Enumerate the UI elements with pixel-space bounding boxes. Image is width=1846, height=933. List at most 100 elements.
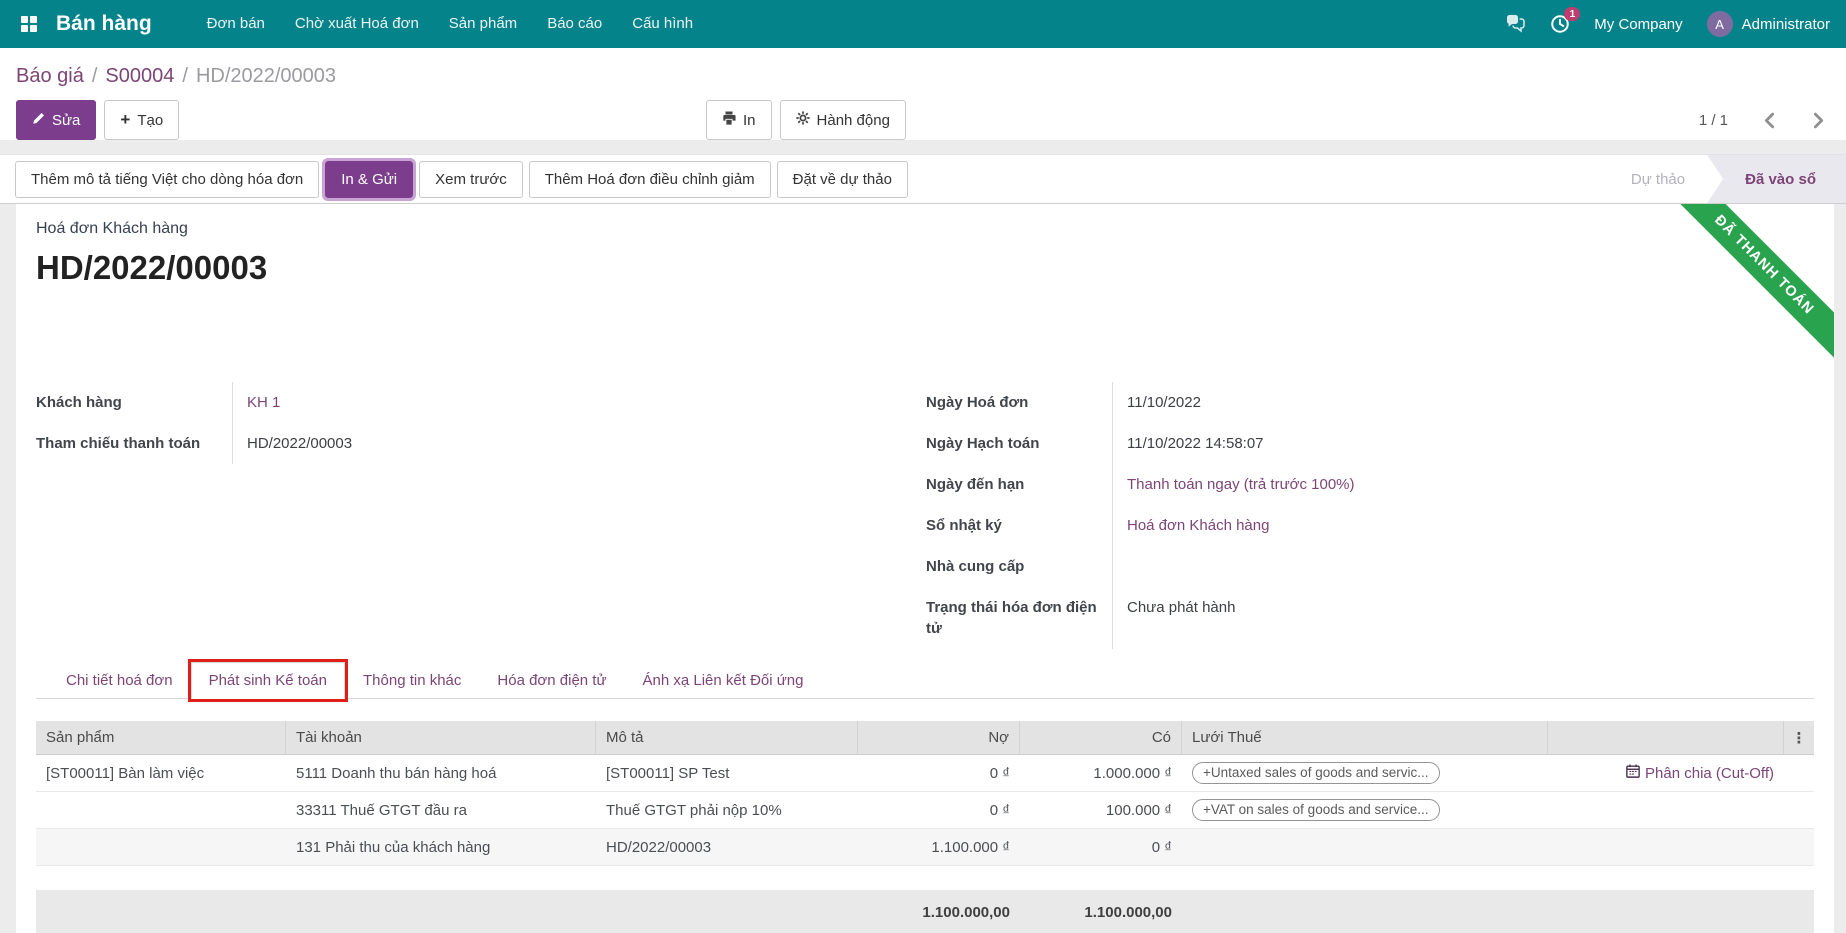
status-posted[interactable]: Đã vào sổ [1707, 155, 1846, 203]
user-name: Administrator [1742, 16, 1830, 33]
cell-account: 131 Phải thu của khách hàng [286, 837, 596, 858]
control-panel: Báo giá / S00004 / HD/2022/00003 Sửa + T… [0, 48, 1846, 140]
cutoff-action[interactable]: Phân chia (Cut-Off) [1548, 762, 1784, 784]
tax-grid-tag[interactable]: +VAT on sales of goods and service... [1192, 799, 1440, 821]
activities-icon[interactable]: 1 [1550, 14, 1570, 34]
menu-don-ban[interactable]: Đơn bán [192, 0, 280, 48]
col-header-luoi-thue[interactable]: Lưới Thuế [1182, 721, 1548, 754]
tab-chi-tiet-hoa-don[interactable]: Chi tiết hoá đơn [48, 662, 191, 699]
user-avatar: A [1707, 11, 1733, 37]
status-pipeline: Dự thảo Đã vào sổ [1609, 155, 1846, 203]
cell-debit: 0 ₫ [858, 800, 1020, 821]
app-name[interactable]: Bán hàng [56, 12, 152, 36]
field-label-ngay-den-han: Ngày đến hạn [926, 464, 1112, 505]
tab-hoa-don-dien-tu[interactable]: Hóa đơn điện tử [479, 662, 624, 699]
field-value-so-nhat-ky[interactable]: Hoá đơn Khách hàng [1127, 517, 1269, 534]
pager-next-icon[interactable] [1811, 112, 1826, 129]
menu-bao-cao[interactable]: Báo cáo [532, 0, 617, 48]
col-header-co[interactable]: Có [1020, 721, 1182, 754]
calendar-icon [1626, 764, 1640, 782]
field-label-ngay-hoa-don: Ngày Hoá đơn [926, 382, 1112, 423]
menu-cau-hinh[interactable]: Cấu hình [617, 0, 708, 48]
table-header: Sản phẩm Tài khoản Mô tả Nợ Có Lưới Thuế… [36, 721, 1814, 755]
cell-description: HD/2022/00003 [596, 837, 858, 858]
navbar-left: Bán hàng Đơn bán Chờ xuất Hoá đơn Sản ph… [16, 0, 708, 48]
messages-icon[interactable] [1505, 15, 1526, 34]
total-credit: 1.100.000,00 [1020, 904, 1182, 921]
journal-items-table: Sản phẩm Tài khoản Mô tả Nợ Có Lưới Thuế… [36, 721, 1814, 933]
breadcrumb-bao-gia[interactable]: Báo giá [16, 65, 84, 88]
menu-san-pham[interactable]: Sản phẩm [434, 0, 532, 48]
cell-tax-grid-empty [1182, 845, 1548, 849]
col-header-empty [1548, 721, 1784, 754]
field-group-left: Khách hàng KH 1 Tham chiếu thanh toán HD… [36, 382, 656, 464]
print-and-send-button[interactable]: In & Gửi [325, 161, 413, 198]
print-button[interactable]: In [706, 100, 772, 140]
cell-action-empty [1548, 845, 1784, 849]
cell-description: [ST00011] SP Test [596, 763, 858, 784]
user-menu[interactable]: A Administrator [1707, 11, 1830, 37]
preview-button[interactable]: Xem trước [419, 161, 523, 198]
cell-account: 33311 Thuế GTGT đầu ra [286, 800, 596, 821]
field-label-khach-hang: Khách hàng [36, 382, 232, 423]
cell-product [36, 808, 286, 812]
breadcrumb-separator: / [182, 65, 188, 88]
column-options-icon[interactable]: ⋮ [1784, 721, 1814, 754]
reset-to-draft-button[interactable]: Đặt về dự thảo [777, 161, 908, 198]
cell-debit: 0 ₫ [858, 763, 1020, 784]
print-action-group: In Hành động [706, 100, 906, 140]
add-credit-note-button[interactable]: Thêm Hoá đơn điều chỉnh giảm [529, 161, 771, 198]
cell-account: 5111 Doanh thu bán hàng hoá [286, 763, 596, 784]
tax-grid-tag[interactable]: +Untaxed sales of goods and servic... [1192, 762, 1440, 784]
notebook-tabs: Chi tiết hoá đơn Phát sinh Kế toán Thông… [36, 662, 1814, 699]
apps-menu-icon[interactable] [16, 11, 42, 37]
pager-previous-icon[interactable] [1762, 112, 1777, 129]
pager-count: 1 / 1 [1699, 112, 1728, 129]
table-row[interactable]: 131 Phải thu của khách hàng HD/2022/0000… [36, 829, 1814, 866]
company-switcher[interactable]: My Company [1594, 16, 1682, 33]
activity-count-badge: 1 [1564, 7, 1580, 21]
plus-icon: + [120, 113, 130, 127]
field-value-ngay-hach-toan: 11/10/2022 14:58:07 [1112, 423, 1706, 464]
record-pager: 1 / 1 [1699, 100, 1826, 140]
status-draft[interactable]: Dự thảo [1609, 155, 1707, 203]
cell-action-empty [1548, 808, 1784, 812]
col-header-tai-khoan[interactable]: Tài khoản [286, 721, 596, 754]
cell-credit: 1.000.000 ₫ [1020, 763, 1182, 784]
tab-thong-tin-khac[interactable]: Thông tin khác [345, 662, 479, 699]
tab-phat-sinh-ke-toan[interactable]: Phát sinh Kế toán [191, 662, 345, 699]
field-label-tham-chieu-thanh-toan: Tham chiếu thanh toán [36, 423, 232, 464]
field-value-khach-hang[interactable]: KH 1 [247, 394, 280, 411]
field-value-tham-chieu-thanh-toan: HD/2022/00003 [232, 423, 656, 464]
add-vietnamese-description-button[interactable]: Thêm mô tả tiếng Việt cho dòng hóa đơn [15, 161, 319, 198]
edit-button[interactable]: Sửa [16, 100, 96, 140]
odoo-window: Bán hàng Đơn bán Chờ xuất Hoá đơn Sản ph… [0, 0, 1846, 933]
field-value-trang-thai-hoa-don-dien-tu: Chưa phát hành [1112, 587, 1706, 649]
breadcrumb: Báo giá / S00004 / HD/2022/00003 [16, 62, 1830, 90]
col-header-mo-ta[interactable]: Mô tả [596, 721, 858, 754]
table-row[interactable]: [ST00011] Bàn làm việc 5111 Doanh thu bá… [36, 755, 1814, 792]
col-header-no[interactable]: Nợ [858, 721, 1020, 754]
breadcrumb-current: HD/2022/00003 [196, 65, 336, 88]
cell-product: [ST00011] Bàn làm việc [36, 763, 286, 784]
field-value-ngay-den-han[interactable]: Thanh toán ngay (trả trước 100%) [1127, 476, 1355, 493]
create-button[interactable]: + Tạo [104, 100, 179, 140]
menu-cho-xuat-hoa-don[interactable]: Chờ xuất Hoá đơn [280, 0, 434, 48]
pencil-icon [32, 112, 45, 129]
cell-description: Thuế GTGT phải nộp 10% [596, 800, 858, 821]
table-row[interactable]: 33311 Thuế GTGT đầu ra Thuế GTGT phải nộ… [36, 792, 1814, 829]
col-header-san-pham[interactable]: Sản phẩm [36, 721, 286, 754]
page-title: HD/2022/00003 [36, 246, 1814, 290]
field-label-so-nhat-ky: Sổ nhật ký [926, 505, 1112, 546]
action-button[interactable]: Hành động [780, 100, 906, 140]
printer-icon [722, 111, 736, 129]
field-groups: Khách hàng KH 1 Tham chiếu thanh toán HD… [36, 382, 1814, 650]
table-totals-row: 1.100.000,00 1.100.000,00 [36, 890, 1814, 933]
tab-anh-xa-lien-ket-doi-ung[interactable]: Ánh xạ Liên kết Đối ứng [625, 662, 822, 699]
breadcrumb-s00004[interactable]: S00004 [105, 65, 174, 88]
cell-product [36, 845, 286, 849]
field-value-nha-cung-cap[interactable] [1112, 546, 1706, 587]
breadcrumb-separator: / [92, 65, 98, 88]
form-view-content: ĐÃ THANH TOÁN Hoá đơn Khách hàng HD/2022… [0, 204, 1846, 933]
form-sheet: ĐÃ THANH TOÁN Hoá đơn Khách hàng HD/2022… [16, 204, 1834, 933]
